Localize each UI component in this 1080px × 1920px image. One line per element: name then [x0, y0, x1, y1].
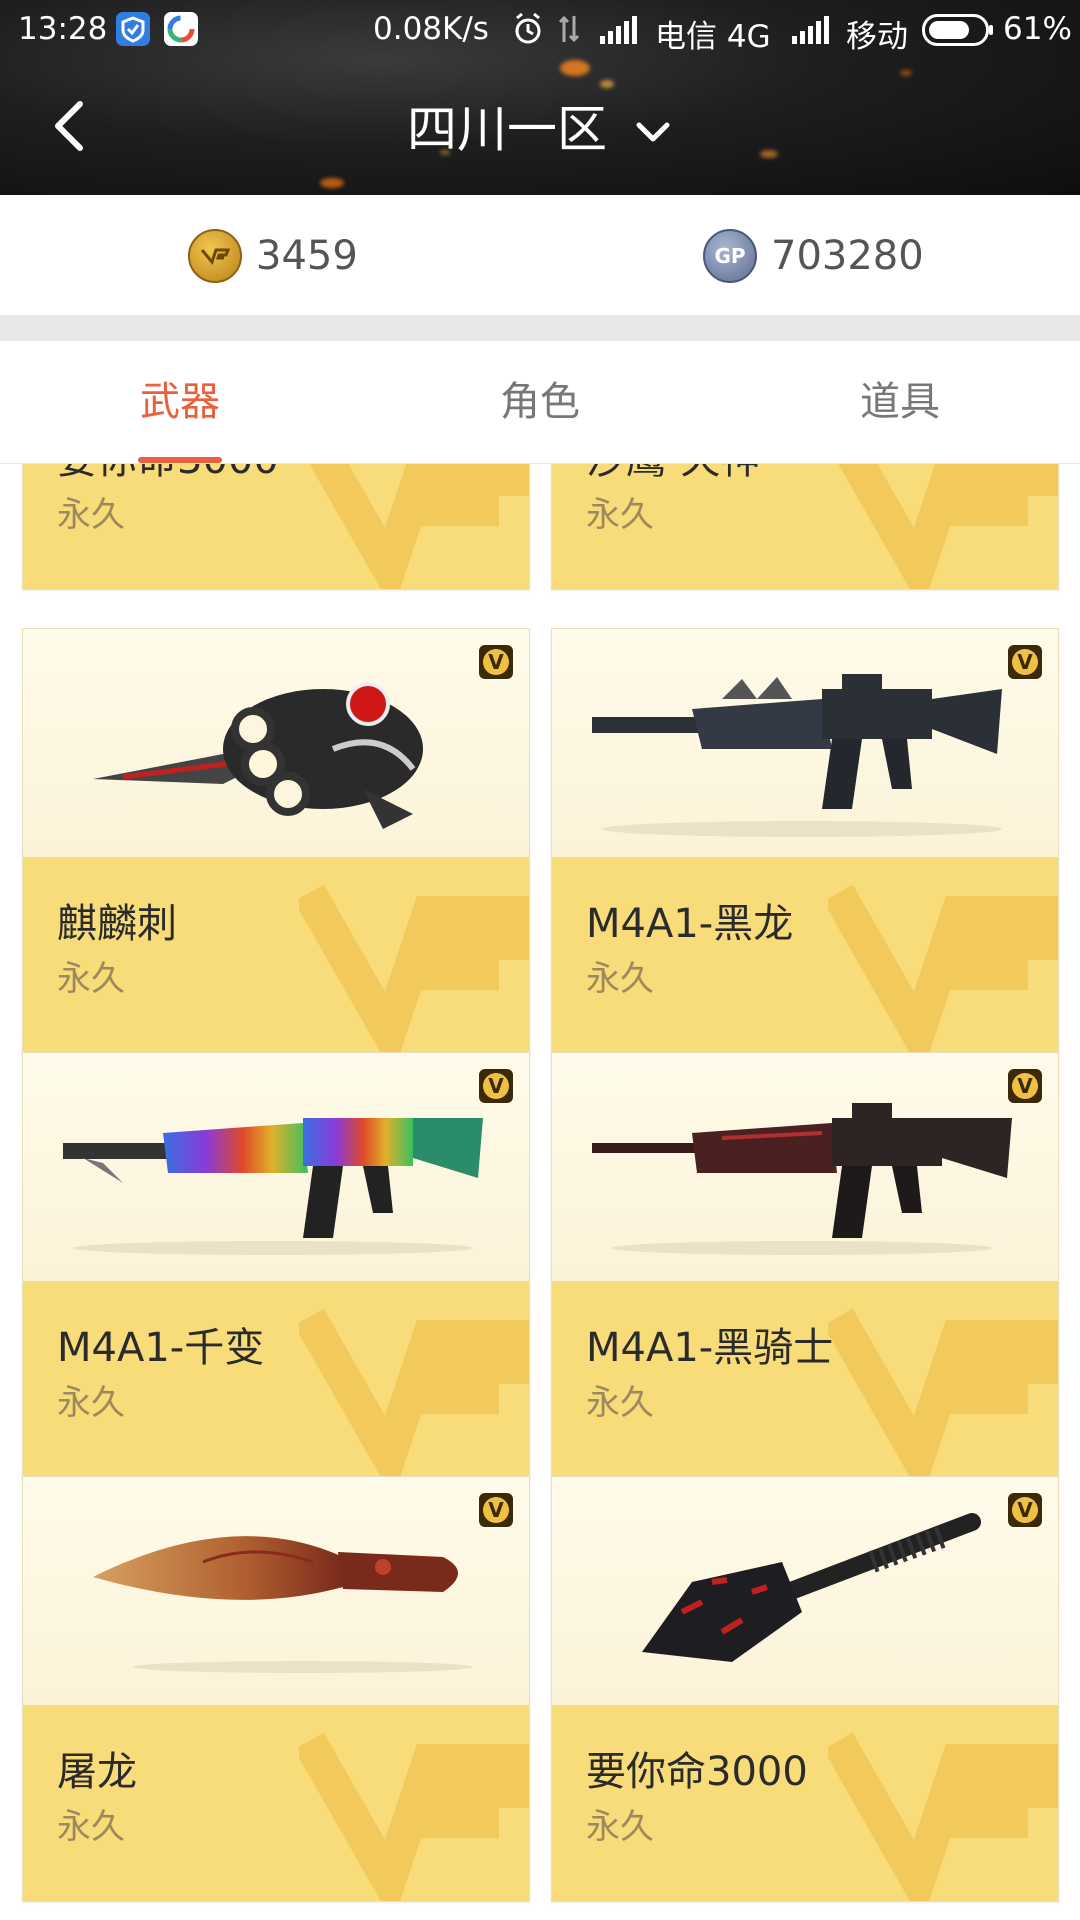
item-info: 沙鹰-天神 永久 — [552, 464, 1058, 589]
svg-text:V: V — [1017, 650, 1033, 674]
section-divider — [0, 315, 1080, 341]
item-image-area: V — [23, 1477, 529, 1705]
gp-coin-icon: GP — [703, 229, 757, 283]
svg-text:V: V — [488, 1498, 504, 1522]
cf-watermark-icon — [299, 884, 529, 1053]
gp-points-value: 703280 — [771, 233, 924, 279]
item-name: M4A1-黑龙 — [586, 901, 794, 947]
item-duration: 永久 — [57, 959, 125, 999]
item-card[interactable]: V M4A1-黑龙 永久 — [551, 628, 1059, 1054]
item-image-area: V — [552, 629, 1058, 857]
cf-watermark-icon — [828, 1308, 1058, 1477]
item-info: 要你命3000 永久 — [23, 464, 529, 589]
item-duration: 永久 — [586, 1807, 654, 1847]
item-name: 沙鹰-天神 — [586, 464, 760, 485]
signal-icon-1 — [600, 16, 640, 52]
item-card[interactable]: 要你命3000 永久 — [22, 464, 530, 590]
item-card[interactable]: V 屠龙 永久 — [22, 1476, 530, 1902]
cf-watermark-icon — [299, 1732, 529, 1901]
item-duration: 永久 — [57, 1383, 125, 1423]
tab-weapons[interactable]: 武器 — [0, 341, 360, 463]
item-info: M4A1-千变 永久 — [23, 1281, 529, 1477]
item-duration: 永久 — [586, 495, 654, 535]
item-duration: 永久 — [586, 1383, 654, 1423]
app-notification-icon — [164, 12, 198, 46]
region-title-text: 四川一区 — [407, 100, 608, 159]
gp-points: GP 703280 — [703, 229, 924, 283]
item-card[interactable]: V 麒麟刺 永久 — [22, 628, 530, 1054]
item-image-area: V — [23, 1053, 529, 1281]
kukri-knife-weapon-icon — [93, 1536, 473, 1673]
vip-badge-icon: V — [479, 1493, 513, 1527]
signal-icon-2 — [792, 16, 832, 52]
rifle-weapon-icon — [63, 1118, 483, 1255]
svg-text:V: V — [488, 650, 504, 674]
carrier-2: 移动 — [846, 19, 908, 55]
active-tab-indicator — [138, 457, 222, 463]
shield-app-icon — [116, 12, 150, 46]
item-duration: 永久 — [586, 959, 654, 999]
data-transfer-icon — [556, 14, 582, 52]
item-info: M4A1-黑龙 永久 — [552, 857, 1058, 1053]
knuckle-blade-weapon-icon — [93, 682, 423, 829]
region-selector[interactable]: 四川一区 — [0, 96, 1080, 160]
cf-watermark-icon — [828, 884, 1058, 1053]
item-card[interactable]: 沙鹰-天神 永久 — [551, 464, 1059, 590]
item-name: 要你命3000 — [586, 1749, 808, 1795]
vip-badge-icon: V — [479, 1069, 513, 1103]
cf-coin-icon — [188, 229, 242, 283]
tab-items[interactable]: 道具 — [720, 341, 1080, 463]
item-duration: 永久 — [57, 1807, 125, 1847]
item-info: 麒麟刺 永久 — [23, 857, 529, 1053]
battery-percent: 61% — [1003, 11, 1072, 47]
item-info: M4A1-黑骑士 永久 — [552, 1281, 1058, 1477]
item-image-area: V — [23, 629, 529, 857]
item-card[interactable]: V M4A1-黑骑士 永久 — [551, 1052, 1059, 1478]
currency-bar: 3459 GP 703280 — [0, 195, 1080, 315]
cf-watermark-icon — [309, 464, 529, 589]
app-header: 13:28 0.08K/s 电信 4G 移动 61% 四川一区 — [0, 0, 1080, 195]
item-card[interactable]: V 要你命3000 永久 — [551, 1476, 1059, 1902]
cf-points-value: 3459 — [256, 233, 358, 279]
item-image-area: V — [552, 1053, 1058, 1281]
network-speed: 0.08K/s — [373, 11, 489, 47]
vip-badge-icon: V — [1008, 1069, 1042, 1103]
status-bar: 13:28 0.08K/s 电信 4G 移动 61% — [0, 0, 1080, 62]
rifle-weapon-icon — [592, 674, 1002, 837]
item-info: 屠龙 永久 — [23, 1705, 529, 1901]
status-time: 13:28 — [18, 11, 108, 47]
svg-text:V: V — [1017, 1074, 1033, 1098]
cf-watermark-icon — [299, 1308, 529, 1477]
vip-badge-icon: V — [1008, 1493, 1042, 1527]
chevron-down-icon — [633, 100, 673, 160]
battery-icon — [922, 14, 994, 54]
item-info: 要你命3000 永久 — [552, 1705, 1058, 1901]
vip-badge-icon: V — [479, 645, 513, 679]
carrier-1: 电信 4G — [655, 19, 771, 55]
vip-badge-icon: V — [1008, 645, 1042, 679]
category-tabs: 武器 角色 道具 — [0, 341, 1080, 464]
item-image-area: V — [552, 1477, 1058, 1705]
svg-text:V: V — [488, 1074, 504, 1098]
item-name: 屠龙 — [57, 1749, 137, 1795]
svg-text:V: V — [1017, 1498, 1033, 1522]
cf-watermark-icon — [828, 1732, 1058, 1901]
gp-coin-label: GP — [714, 244, 746, 268]
item-duration: 永久 — [57, 495, 125, 535]
cf-watermark-icon — [838, 464, 1058, 589]
item-name: 要你命3000 — [57, 464, 279, 485]
item-name: M4A1-千变 — [57, 1325, 265, 1371]
cf-points: 3459 — [188, 229, 358, 283]
shovel-weapon-icon — [642, 1513, 981, 1662]
item-grid: 要你命3000 永久 沙鹰-天神 永久 V — [0, 464, 1080, 1920]
alarm-icon — [512, 12, 544, 54]
item-card[interactable]: V M4A1-千变 永久 — [22, 1052, 530, 1478]
tab-characters[interactable]: 角色 — [360, 341, 720, 463]
item-name: 麒麟刺 — [57, 901, 177, 947]
rifle-weapon-icon — [592, 1103, 1012, 1255]
item-name: M4A1-黑骑士 — [586, 1325, 834, 1371]
